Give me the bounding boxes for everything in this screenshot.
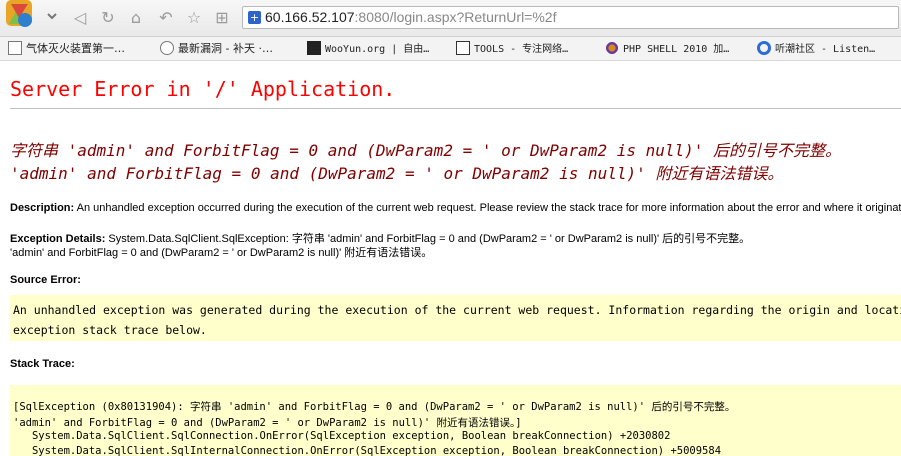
apps-grid-icon[interactable]: ⊞ xyxy=(212,8,232,28)
bookmark-label: WooYun.org | 自由… xyxy=(325,44,430,55)
tools-icon xyxy=(456,41,470,55)
bookmark-item[interactable]: WooYun.org | 自由… xyxy=(307,40,429,57)
source-error-label-text: Source Error: xyxy=(10,274,81,286)
bookmark-item[interactable]: 听潮社区 - Listen… xyxy=(757,40,875,57)
bookmark-item[interactable]: TOOLS - 专注网络… xyxy=(456,40,568,57)
error-message-line-2: 'admin' and ForbitFlag = 0 and (DwParam2… xyxy=(10,164,784,183)
bookmark-item[interactable]: 最新漏洞 - 补天 ·… xyxy=(160,40,273,57)
home-icon[interactable]: ⌂ xyxy=(126,8,146,28)
stack-line: System.Data.SqlClient.SqlInternalConnect… xyxy=(13,445,722,456)
favorite-star-icon[interactable]: ☆ xyxy=(184,8,204,28)
url-text[interactable]: 60.166.52.107:8080/login.aspx?ReturnUrl=… xyxy=(265,9,557,25)
exception-text-2: 'admin' and ForbitFlag = 0 and (DwParam2… xyxy=(10,247,433,259)
browser-toolbar: ◁ ↻ ⌂ ↶ ☆ ⊞ + 60.166.52.107:8080/login.a… xyxy=(0,0,901,37)
stack-trace-label: Stack Trace: xyxy=(10,358,75,370)
source-error-line-2: exception stack trace below. xyxy=(13,323,207,337)
back-icon[interactable]: ◁ xyxy=(70,8,90,28)
description-text: An unhandled exception occurred during t… xyxy=(74,202,901,214)
description-label: Description: xyxy=(10,202,75,214)
gear-icon xyxy=(160,41,174,55)
bookmark-label: 气体灭火装置第一… xyxy=(26,42,125,55)
bookmark-label: 最新漏洞 - 补天 ·… xyxy=(178,42,273,55)
site-info-icon[interactable]: + xyxy=(248,11,261,24)
stack-trace-label-text: Stack Trace: xyxy=(10,358,75,370)
url-path: :8080/login.aspx?ReturnUrl=%2f xyxy=(354,9,557,25)
browser-logo-icon[interactable] xyxy=(6,0,60,34)
bookmark-label: PHP SHELL 2010 加… xyxy=(623,44,730,55)
error-message-line-1: 字符串 'admin' and ForbitFlag = 0 and (DwPa… xyxy=(10,141,842,160)
description: Description: An unhandled exception occu… xyxy=(10,202,901,214)
bookmark-item[interactable]: 气体灭火装置第一… xyxy=(8,40,125,57)
refresh-icon[interactable]: ↻ xyxy=(98,8,118,28)
flower-icon xyxy=(605,41,619,55)
refresh-icon xyxy=(757,41,771,55)
address-bar[interactable]: + 60.166.52.107:8080/login.aspx?ReturnUr… xyxy=(242,6,899,29)
stack-line: System.Data.SqlClient.SqlConnection.OnEr… xyxy=(13,430,671,442)
source-error-line-1: An unhandled exception was generated dur… xyxy=(13,303,901,317)
bookmarks-bar: 气体灭火装置第一… 最新漏洞 - 补天 ·… WooYun.org | 自由… … xyxy=(0,37,901,61)
url-host: 60.166.52.107 xyxy=(265,9,355,25)
stack-line: [SqlException (0x80131904): 字符串 'admin' … xyxy=(13,401,736,413)
bookmark-label: 听潮社区 - Listen… xyxy=(775,44,876,55)
page-icon xyxy=(8,41,22,55)
page-title: Server Error in '/' Application. xyxy=(10,77,396,101)
source-error-label: Source Error: xyxy=(10,274,81,286)
undo-icon[interactable]: ↶ xyxy=(156,8,176,28)
stack-line: 'admin' and ForbitFlag = 0 and (DwParam2… xyxy=(13,417,522,429)
divider xyxy=(10,108,901,109)
wooyun-icon xyxy=(307,41,321,55)
bookmark-label: TOOLS - 专注网络… xyxy=(474,44,569,55)
page-content: Server Error in '/' Application. 字符串 'ad… xyxy=(0,61,901,456)
bookmark-item[interactable]: PHP SHELL 2010 加… xyxy=(605,40,729,57)
